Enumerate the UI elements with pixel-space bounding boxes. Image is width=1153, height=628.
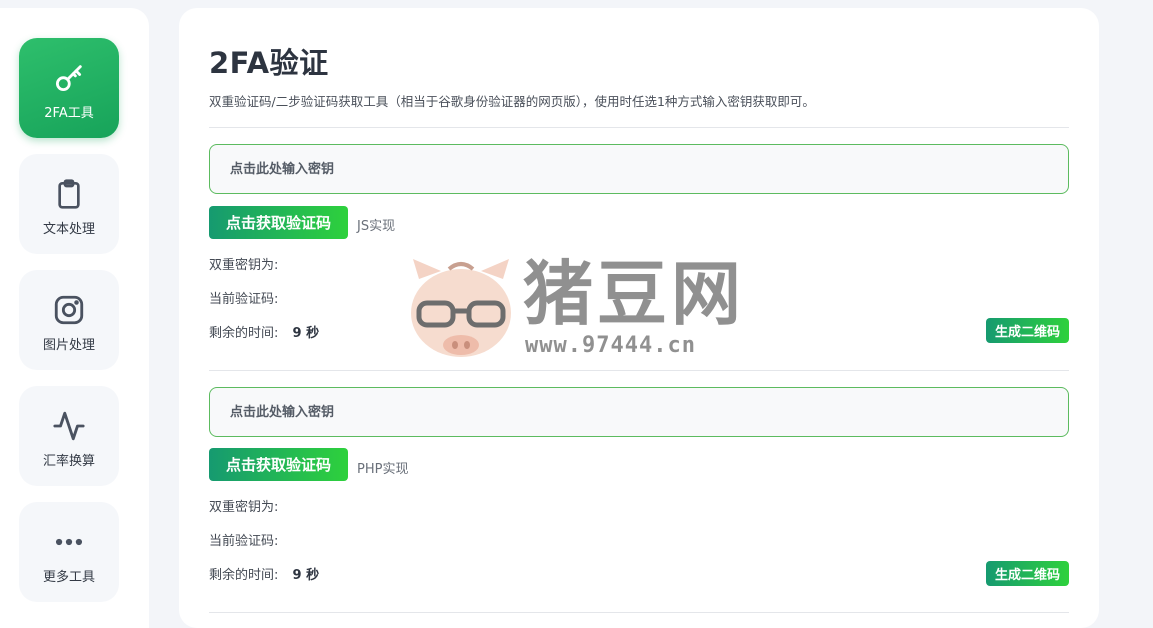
remaining-time-value: 9 秒 bbox=[292, 568, 320, 583]
secret-label: 双重密钥为: bbox=[209, 258, 279, 273]
sidebar-item-label: 汇率换算 bbox=[42, 454, 95, 469]
divider bbox=[209, 612, 1069, 613]
remaining-time-label: 剩余的时间: bbox=[209, 326, 279, 341]
clipboard-icon bbox=[51, 176, 87, 212]
sidebar-item-exchange-rate[interactable]: 汇率换算 bbox=[19, 386, 119, 486]
remaining-time-row: 剩余的时间: 9 秒 bbox=[209, 322, 319, 341]
sidebar-item-2fa-tool[interactable]: 2FA工具 bbox=[19, 38, 119, 138]
get-code-button-php[interactable]: 点击获取验证码 bbox=[209, 448, 348, 481]
sidebar-item-label: 更多工具 bbox=[42, 570, 95, 585]
sidebar: 2FA工具 文本处理 图片处理 汇率换算 更多工具 bbox=[0, 8, 149, 628]
impl-label-js: JS实现 bbox=[357, 219, 396, 234]
page-title: 2FA验证 bbox=[209, 46, 329, 80]
sidebar-item-label: 2FA工具 bbox=[44, 106, 94, 121]
current-code-label: 当前验证码: bbox=[209, 292, 279, 307]
activity-icon bbox=[51, 408, 87, 444]
secret-key-input-js[interactable] bbox=[209, 144, 1069, 194]
sidebar-item-label: 文本处理 bbox=[42, 222, 95, 237]
generate-qr-button-php[interactable]: 生成二维码 bbox=[986, 561, 1069, 586]
secret-key-input-php[interactable] bbox=[209, 387, 1069, 437]
page-description: 双重验证码/二步验证码获取工具（相当于谷歌身份验证器的网页版），使用时任选1种方… bbox=[209, 94, 815, 109]
divider bbox=[209, 127, 1069, 128]
current-code-label: 当前验证码: bbox=[209, 534, 279, 549]
instagram-icon bbox=[51, 292, 87, 328]
main-card: 2FA验证 双重验证码/二步验证码获取工具（相当于谷歌身份验证器的网页版），使用… bbox=[179, 8, 1099, 628]
sidebar-item-text-processing[interactable]: 文本处理 bbox=[19, 154, 119, 254]
divider bbox=[209, 370, 1069, 371]
remaining-time-value: 9 秒 bbox=[292, 326, 320, 341]
remaining-time-row: 剩余的时间: 9 秒 bbox=[209, 564, 319, 583]
more-icon bbox=[51, 524, 87, 560]
sidebar-item-label: 图片处理 bbox=[42, 338, 95, 353]
secret-label: 双重密钥为: bbox=[209, 500, 279, 515]
generate-qr-button-js[interactable]: 生成二维码 bbox=[986, 318, 1069, 343]
get-code-button-js[interactable]: 点击获取验证码 bbox=[209, 206, 348, 239]
impl-label-php: PHP实现 bbox=[357, 462, 409, 477]
key-icon bbox=[51, 60, 87, 96]
sidebar-item-image-processing[interactable]: 图片处理 bbox=[19, 270, 119, 370]
remaining-time-label: 剩余的时间: bbox=[209, 568, 279, 583]
sidebar-item-more-tools[interactable]: 更多工具 bbox=[19, 502, 119, 602]
